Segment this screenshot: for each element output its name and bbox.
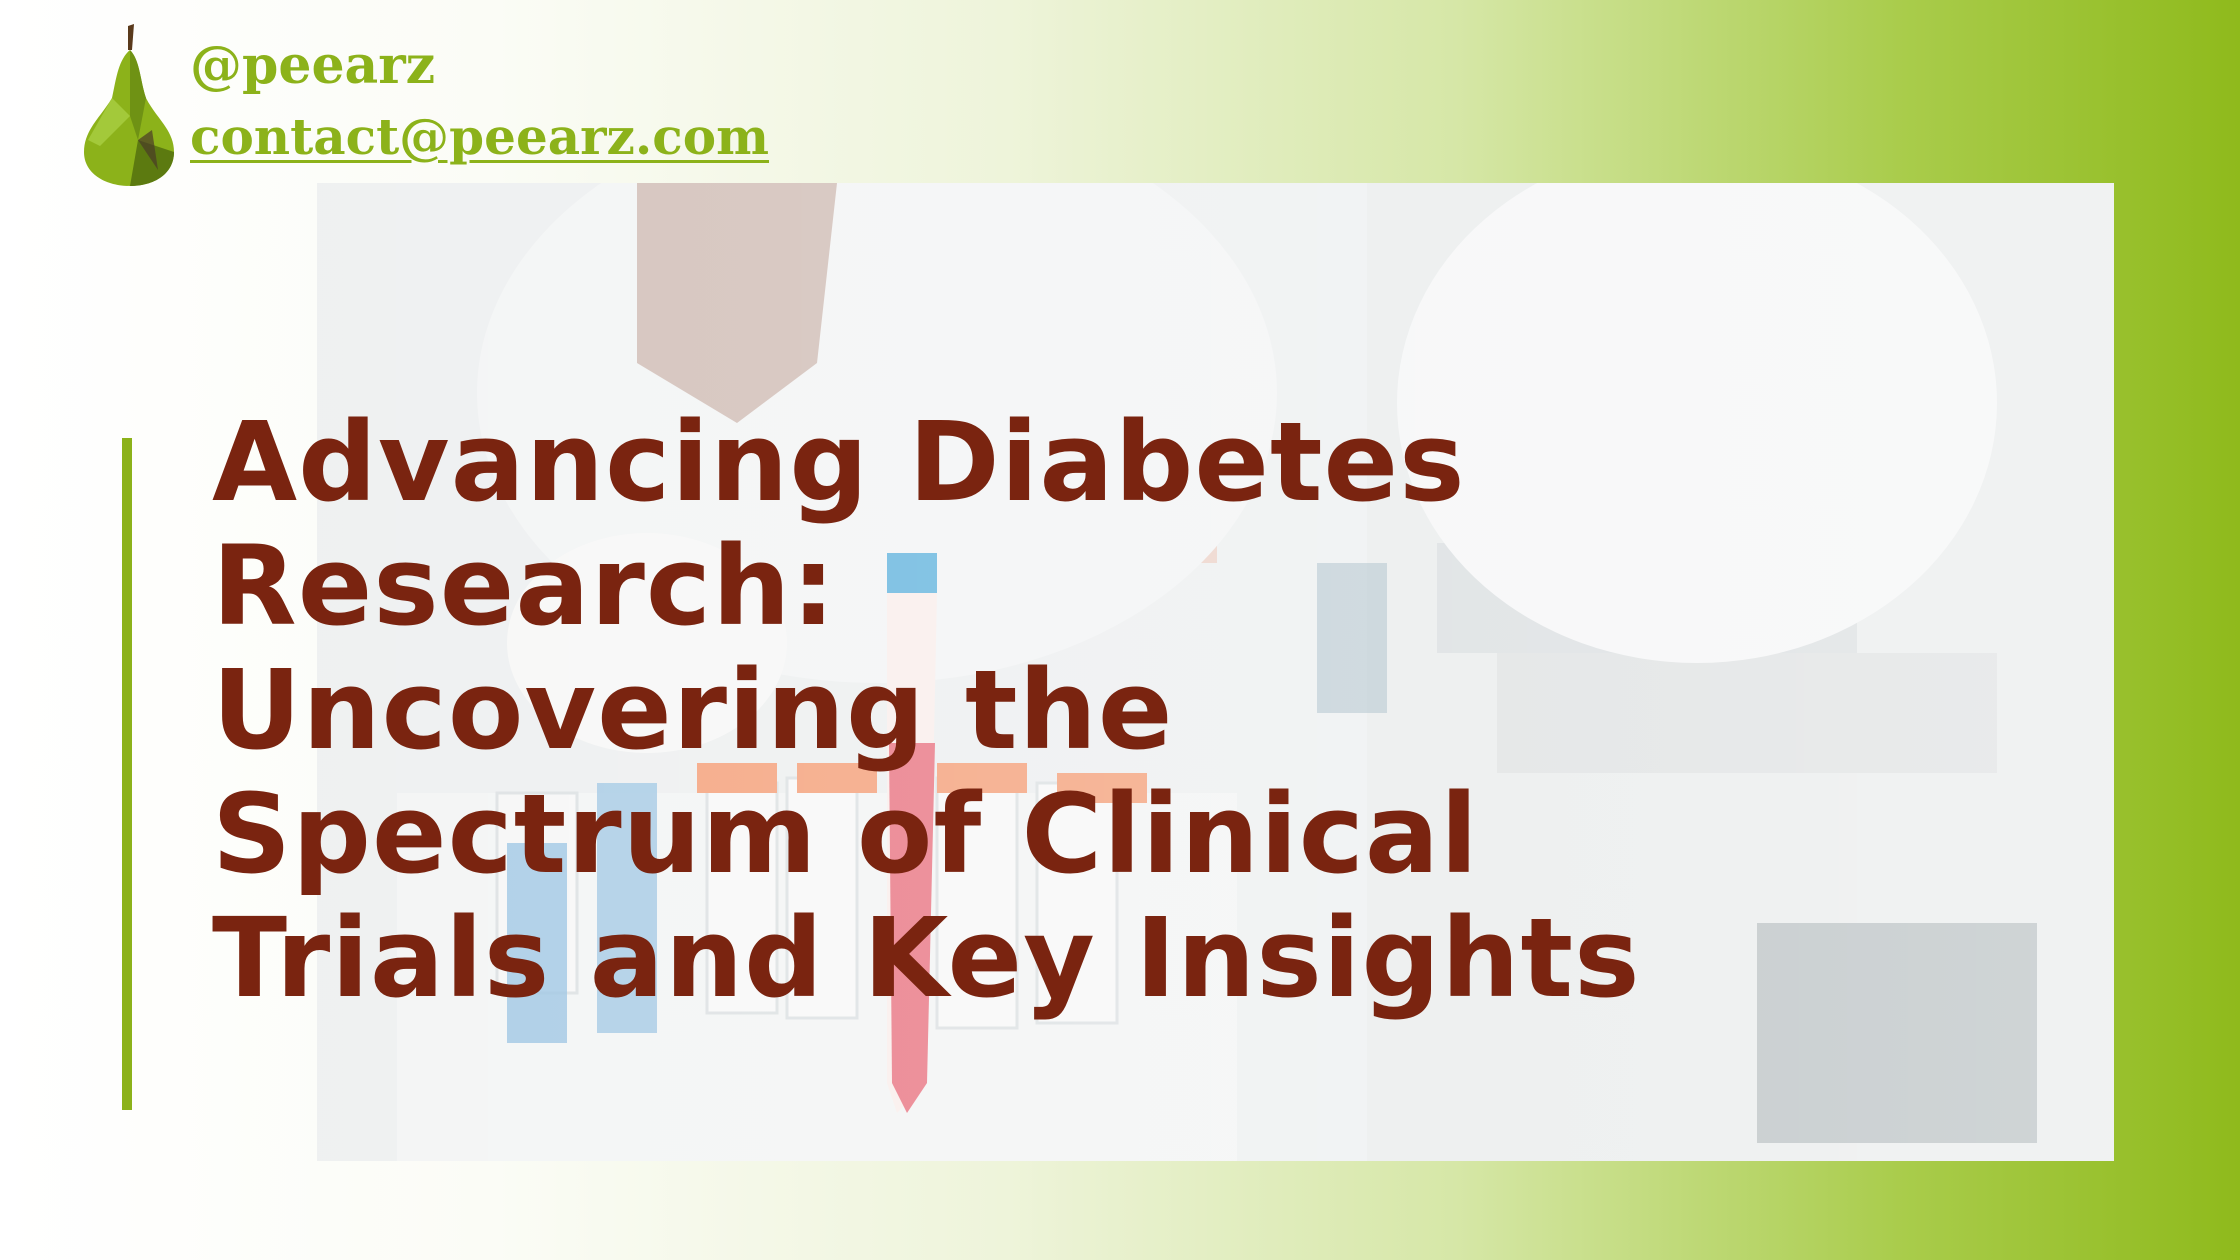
headline: Advancing Diabetes Research: Uncovering … <box>212 400 1912 1020</box>
headline-line: Spectrum of Clinical <box>212 770 1479 898</box>
headline-line: Research: <box>212 522 837 650</box>
social-handle: @peearz <box>190 35 436 96</box>
contact-email-link[interactable]: contact@peearz.com <box>190 112 769 162</box>
pear-logo-icon <box>78 20 178 190</box>
headline-line: Uncovering the <box>212 646 1174 774</box>
accent-bar <box>122 438 132 1110</box>
headline-line: Advancing Diabetes <box>212 398 1466 526</box>
headline-line: Trials and Key Insights <box>212 894 1641 1022</box>
